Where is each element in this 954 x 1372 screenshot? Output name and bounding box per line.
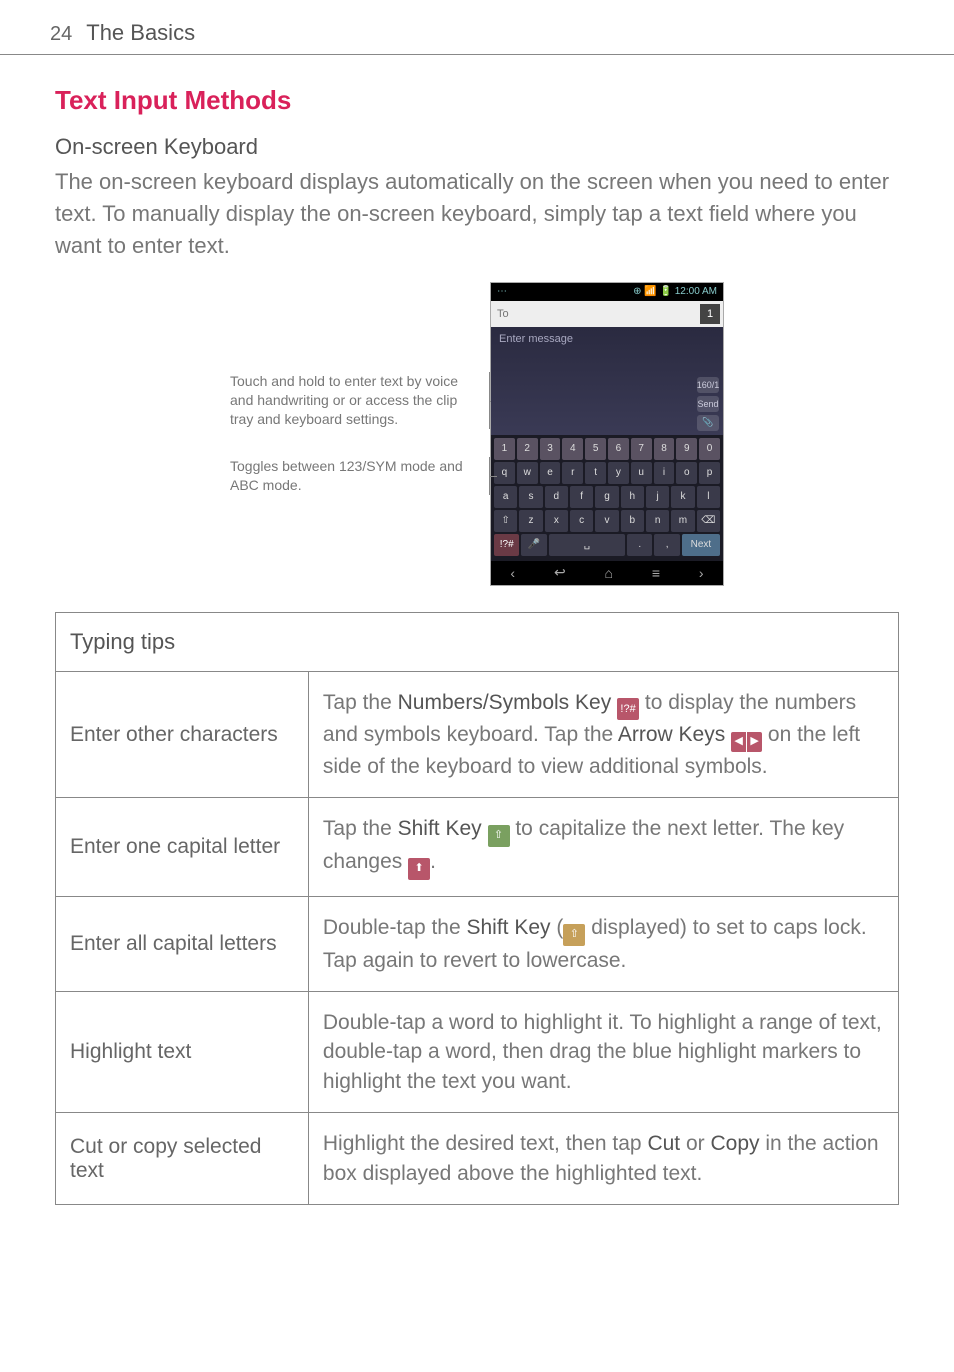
key-2[interactable]: 2 — [517, 438, 538, 460]
nav-left-icon[interactable]: ‹ — [510, 565, 515, 581]
arrow-keys-icon: ◀▶ — [731, 732, 762, 752]
row-desc: Double-tap a word to highlight it. To hi… — [308, 991, 898, 1112]
key-4[interactable]: 4 — [562, 438, 583, 460]
row-desc: Highlight the desired text, then tap Cut… — [308, 1113, 898, 1205]
key-p[interactable]: p — [699, 462, 720, 484]
row-desc: Double-tap the Shift Key (⇧ displayed) t… — [308, 896, 898, 991]
page-header: 24 The Basics — [0, 0, 954, 55]
key-⇧[interactable]: ⇧ — [494, 510, 517, 532]
on-screen-keyboard[interactable]: 1234567890 qwertyuiop asdfghjkl ⇧zxcvbnm… — [491, 435, 723, 561]
status-time: ⊕ 📶 🔋 12:00 AM — [633, 286, 717, 297]
key-b[interactable]: b — [621, 510, 644, 532]
numbers-symbols-key-icon: !?# — [617, 698, 639, 720]
key-y[interactable]: y — [608, 462, 629, 484]
table-row: Cut or copy selected text Highlight the … — [56, 1113, 899, 1205]
key-7[interactable]: 7 — [631, 438, 652, 460]
table-row: Enter other characters Tap the Numbers/S… — [56, 671, 899, 798]
send-chip[interactable]: Send — [697, 396, 719, 412]
key-8[interactable]: 8 — [654, 438, 675, 460]
key-h[interactable]: h — [621, 486, 644, 508]
key-k[interactable]: k — [671, 486, 694, 508]
key-r[interactable]: r — [562, 462, 583, 484]
phone-mock: ⋯ ⊕ 📶 🔋 12:00 AM 1 Enter message 160/1 S… — [490, 282, 724, 586]
key-5[interactable]: 5 — [585, 438, 606, 460]
key-m[interactable]: m — [671, 510, 694, 532]
row-desc: Tap the Shift Key ⇧ to capitalize the ne… — [308, 798, 898, 896]
key-c[interactable]: c — [570, 510, 593, 532]
key-6[interactable]: 6 — [608, 438, 629, 460]
char-count-chip: 160/1 — [697, 377, 719, 393]
key-g[interactable]: g — [595, 486, 618, 508]
callout-hold-to-enter: Touch and hold to enter text by voice an… — [230, 372, 490, 429]
key-o[interactable]: o — [676, 462, 697, 484]
key-u[interactable]: u — [631, 462, 652, 484]
to-field-row: 1 — [491, 301, 723, 327]
attach-icon[interactable]: 📎 — [697, 415, 719, 431]
key-z[interactable]: z — [519, 510, 542, 532]
key-e[interactable]: e — [540, 462, 561, 484]
nav-recent-icon[interactable]: ≡ — [652, 565, 660, 581]
key-s[interactable]: s — [519, 486, 542, 508]
subheading: On-screen Keyboard — [55, 134, 899, 160]
row-label: Enter one capital letter — [56, 798, 309, 896]
shift-key-changed-icon: ⬆ — [408, 858, 430, 880]
key-n[interactable]: n — [646, 510, 669, 532]
mode-toggle-key[interactable]: !?# — [494, 534, 519, 556]
key-d[interactable]: d — [545, 486, 568, 508]
key-a[interactable]: a — [494, 486, 517, 508]
mic-key[interactable]: 🎤 — [521, 534, 546, 556]
shift-key-capslock-icon: ⇧ — [563, 924, 585, 946]
breadcrumb: The Basics — [86, 20, 195, 46]
space-key[interactable]: ␣ — [549, 534, 625, 556]
dot-key[interactable]: . — [627, 534, 652, 556]
key-v[interactable]: v — [595, 510, 618, 532]
key-3[interactable]: 3 — [540, 438, 561, 460]
shift-key-icon: ⇧ — [488, 825, 510, 847]
key-0[interactable]: 0 — [699, 438, 720, 460]
key-f[interactable]: f — [570, 486, 593, 508]
figure: Touch and hold to enter text by voice an… — [55, 282, 899, 586]
row-desc: Tap the Numbers/Symbols Key !?# to displ… — [308, 671, 898, 798]
key-l[interactable]: l — [697, 486, 720, 508]
table-row: Enter one capital letter Tap the Shift K… — [56, 798, 899, 896]
next-key[interactable]: Next — [682, 534, 720, 556]
key-q[interactable]: q — [494, 462, 515, 484]
section-title: Text Input Methods — [55, 85, 899, 116]
row-label: Enter all capital letters — [56, 896, 309, 991]
message-placeholder: Enter message — [499, 333, 573, 345]
page-number: 24 — [50, 23, 72, 46]
key-⌫[interactable]: ⌫ — [697, 510, 720, 532]
nav-home-icon[interactable]: ⌂ — [605, 565, 613, 581]
key-x[interactable]: x — [545, 510, 568, 532]
key-1[interactable]: 1 — [494, 438, 515, 460]
to-input[interactable] — [491, 308, 700, 320]
nav-bar: ‹ ↩ ⌂ ≡ › — [491, 561, 723, 585]
table-row: Highlight text Double-tap a word to high… — [56, 991, 899, 1112]
status-left: ⋯ — [497, 286, 507, 297]
key-w[interactable]: w — [517, 462, 538, 484]
key-t[interactable]: t — [585, 462, 606, 484]
row-label: Highlight text — [56, 991, 309, 1112]
comma-key[interactable]: , — [654, 534, 679, 556]
key-i[interactable]: i — [654, 462, 675, 484]
message-area[interactable]: Enter message 160/1 Send 📎 — [491, 327, 723, 435]
key-9[interactable]: 9 — [676, 438, 697, 460]
nav-right-icon[interactable]: › — [699, 565, 704, 581]
table-header: Typing tips — [56, 612, 899, 671]
content: Text Input Methods On-screen Keyboard Th… — [0, 55, 954, 1235]
row-label: Enter other characters — [56, 671, 309, 798]
recipient-count-icon[interactable]: 1 — [700, 304, 720, 324]
key-j[interactable]: j — [646, 486, 669, 508]
row-label: Cut or copy selected text — [56, 1113, 309, 1205]
intro-paragraph: The on-screen keyboard displays automati… — [55, 166, 899, 262]
typing-tips-table: Typing tips Enter other characters Tap t… — [55, 612, 899, 1205]
status-bar: ⋯ ⊕ 📶 🔋 12:00 AM — [491, 283, 723, 301]
nav-back-icon[interactable]: ↩ — [554, 564, 566, 581]
callout-toggle-mode: Toggles between 123/SYM mode and ABC mod… — [230, 457, 490, 495]
table-row: Enter all capital letters Double-tap the… — [56, 896, 899, 991]
